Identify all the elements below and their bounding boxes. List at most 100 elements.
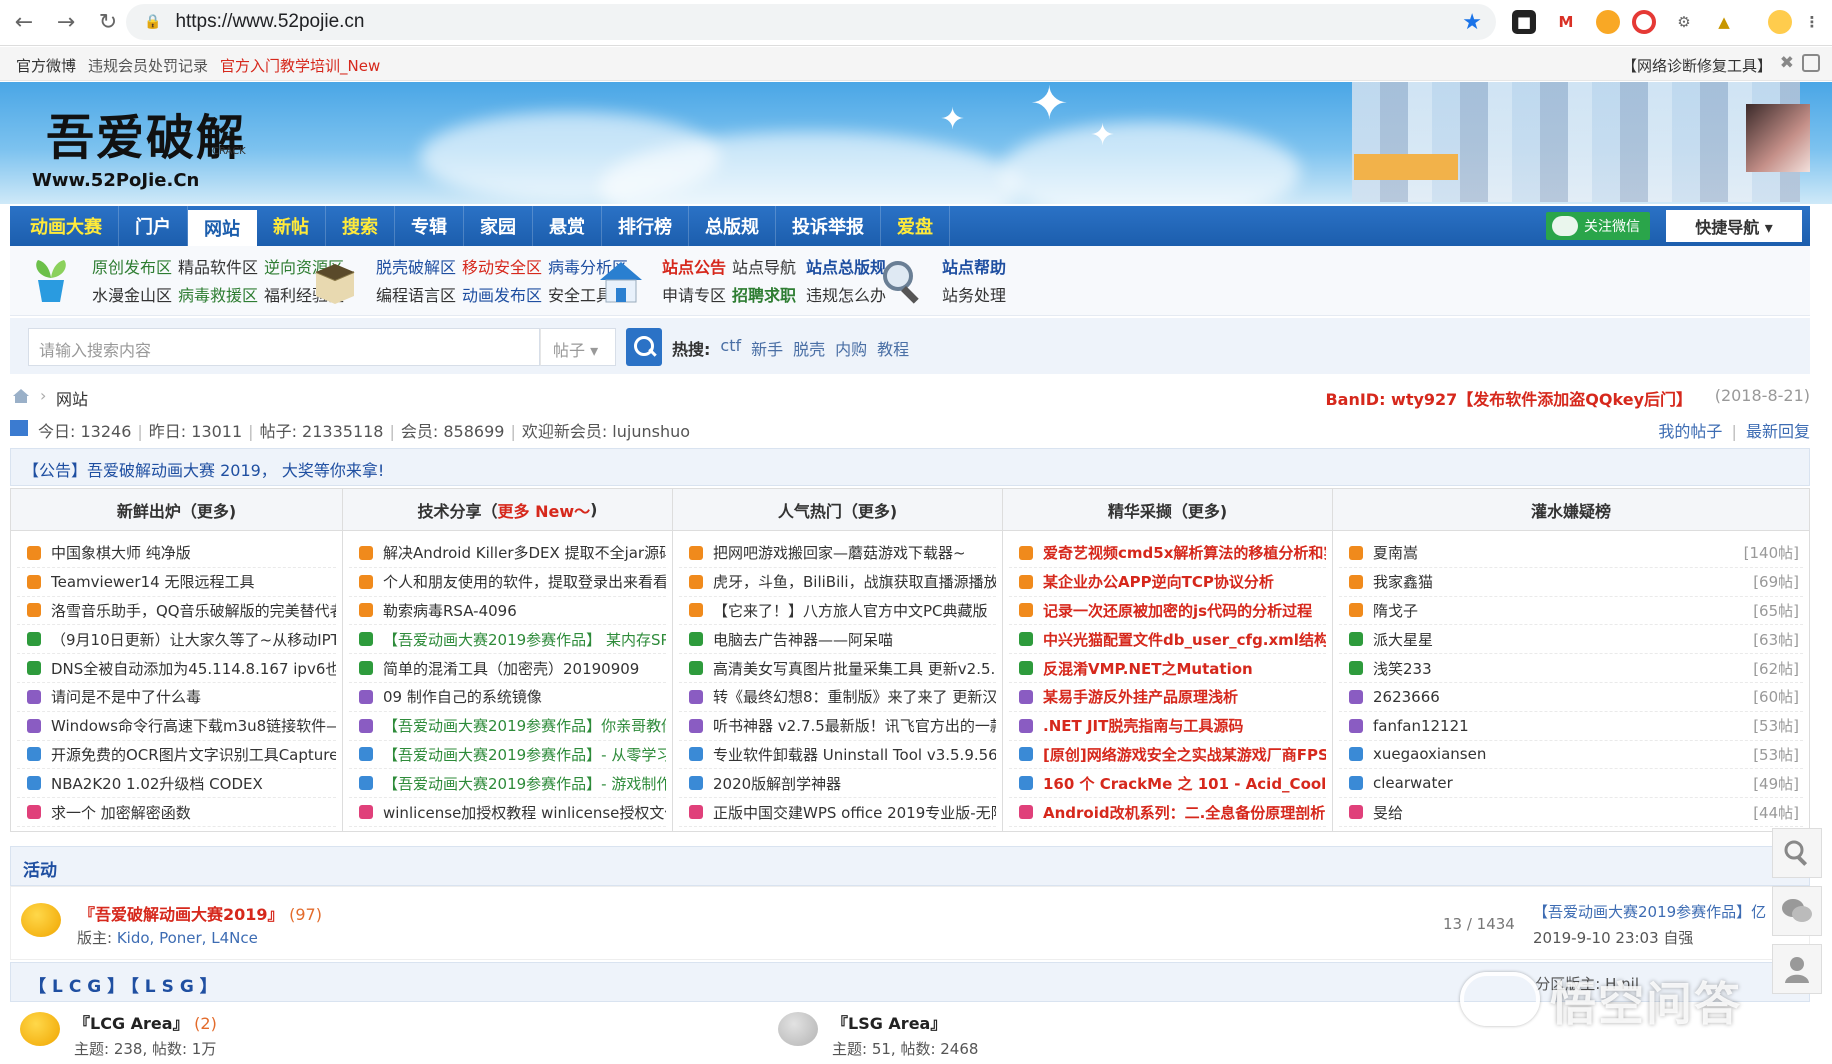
list-item[interactable]: 隋戈子 [65帖] [1339, 597, 1803, 626]
list-item[interactable]: clearwater [49帖] [1339, 769, 1803, 799]
list-item[interactable]: 勒索病毒RSA-4096 [349, 597, 666, 626]
list-item[interactable]: Windows命令行高速下载m3u8链接软件—N_m [17, 712, 336, 741]
nav-item[interactable]: 家园 [464, 206, 533, 246]
list-item[interactable]: xuegaoxiansen [53帖] [1339, 741, 1803, 770]
activity-section-header[interactable]: 活动 [10, 846, 1810, 886]
nav-item[interactable]: 动画大赛 [14, 206, 119, 246]
collapse-icon[interactable]: ✖ [1780, 53, 1794, 73]
list-item[interactable]: 【它来了！】八方旅人官方中文PC典藏版 [679, 597, 996, 626]
subnav-link[interactable]: 站点总版规 [806, 258, 886, 277]
subnav-link[interactable]: 水漫金山区 [92, 286, 172, 305]
nav-item[interactable]: 悬赏 [533, 206, 602, 246]
last-post-link[interactable]: 【吾爱动画大赛2019参赛作品】亿 [1533, 901, 1766, 922]
list-item[interactable]: 派大星星 [63帖] [1339, 625, 1803, 655]
list-item[interactable]: 解决Android Killer多DEX 提取不全jar源码问题 [349, 539, 666, 568]
welcome-new-member[interactable]: 欢迎新会员: lujunshuo [522, 422, 690, 441]
hot-search-link[interactable]: 教程 [877, 336, 909, 360]
list-item[interactable]: （9月10日更新）让大家久等了~从移动IPTV盒 [17, 625, 336, 655]
nav-item[interactable]: 新帖 [257, 206, 326, 246]
list-item[interactable]: 简单的混淆工具（加密壳）20190909 [349, 654, 666, 683]
search-button[interactable] [626, 328, 662, 366]
column-header[interactable]: 灌水嫌疑榜 [1333, 489, 1809, 531]
list-item[interactable]: 把网吧游戏搬回家—蘑菇游戏下载器~ [679, 539, 996, 568]
list-item[interactable]: 高清美女写真图片批量采集工具 更新v2.5.3 [679, 654, 996, 683]
wechat-follow-button[interactable]: 关注微信 [1546, 212, 1650, 240]
column-header[interactable]: 人气热门（更多) [673, 489, 1002, 531]
list-item[interactable]: 【吾爱动画大赛2019参赛作品】 某内存SPD读 [349, 625, 666, 655]
forward-icon[interactable]: → [48, 5, 84, 41]
nav-item[interactable]: 搜索 [326, 206, 395, 246]
weibo-link[interactable]: 官方微博 [16, 55, 76, 76]
breadcrumb-current[interactable]: 网站 [56, 386, 88, 410]
reload-icon[interactable]: ↻ [90, 5, 126, 41]
list-item[interactable]: 09 制作自己的系统镜像 [349, 683, 666, 712]
list-item[interactable]: fanfan12121 [53帖] [1339, 712, 1803, 741]
subnav-link[interactable]: 招聘求职 [732, 286, 796, 305]
list-item[interactable]: 请问是不是中了什么毒 [17, 683, 336, 712]
list-item[interactable]: 旻给 [44帖] [1339, 798, 1803, 827]
my-posts-link[interactable]: 我的帖子 [1658, 422, 1722, 441]
site-logo[interactable]: 吾爱破解 CRACK Www.52PoJie.Cn [22, 96, 282, 196]
list-item[interactable]: NBA2K20 1.02升级档 CODEX [17, 769, 336, 799]
list-item[interactable]: Android改机系列：二.全息备份原理剖析 [1009, 798, 1326, 827]
hot-search-link[interactable]: 内购 [835, 336, 867, 360]
list-item[interactable]: 【吾爱动画大赛2019参赛作品】你亲哥教你从0 [349, 712, 666, 741]
hot-search-link[interactable]: 脱壳 [793, 336, 825, 360]
search-input[interactable]: 请输入搜索内容 [28, 328, 540, 366]
list-item[interactable]: 正版中国交建WPS office 2019专业版-无限制 [679, 798, 996, 827]
hot-search-link[interactable]: ctf [720, 336, 741, 360]
subnav-link[interactable]: 申请专区 [662, 286, 726, 305]
quick-nav-button[interactable]: 快捷导航 ▾ [1666, 210, 1802, 242]
list-item[interactable]: 2020版解剖学神器 [679, 769, 996, 799]
list-item[interactable]: 【吾爱动画大赛2019参赛作品】- 从零学习Ring [349, 741, 666, 770]
hot-search-link[interactable]: 新手 [751, 336, 783, 360]
list-item[interactable]: 电脑去广告神器——阿呆喵 [679, 625, 996, 655]
list-item[interactable]: 中兴光猫配置文件db_user_cfg.xml结构分析及 [1009, 625, 1326, 655]
column-header[interactable]: 新鲜出炉（更多) [11, 489, 342, 531]
extension-icon[interactable] [1596, 10, 1620, 34]
list-item[interactable]: 反混淆VMP.NET之Mutation [1009, 654, 1326, 683]
subnav-link[interactable]: 站点帮助 [942, 258, 1006, 277]
list-item[interactable]: 求一个 加密解密函数 [17, 798, 336, 827]
list-item[interactable]: Teamviewer14 无限远程工具 [17, 568, 336, 597]
nav-item[interactable]: 排行榜 [602, 206, 689, 246]
list-item[interactable]: 某企业办公APP逆向TCP协议分析 [1009, 568, 1326, 597]
list-item[interactable]: 个人和朋友使用的软件，提取登录出来看看破 [349, 568, 666, 597]
list-item[interactable]: 爱奇艺视频cmd5x解析算法的移植分析和实现N [1009, 539, 1326, 568]
search-scope-select[interactable]: 帖子 ▾ [540, 328, 616, 366]
list-item[interactable]: 洛雪音乐助手，QQ音乐破解版的完美替代者 [17, 597, 336, 626]
extension-icon[interactable]: ■ [1512, 10, 1536, 34]
back-icon[interactable]: ← [6, 5, 42, 41]
subnav-link[interactable]: 动画发布区 [462, 286, 542, 305]
column-header[interactable]: 精华采撷（更多) [1003, 489, 1332, 531]
bookmark-star-icon[interactable]: ★ [1462, 10, 1482, 35]
avatar[interactable] [1746, 104, 1810, 172]
subnav-link[interactable]: 原创发布区 [92, 258, 172, 277]
list-item[interactable]: 160 个 CrackMe 之 101 - Acid_Cool_178.4（V [1009, 769, 1326, 799]
subnav-link[interactable]: 移动安全区 [462, 258, 542, 277]
nav-item[interactable]: 总版规 [689, 206, 776, 246]
float-wechat-button[interactable] [1772, 886, 1822, 936]
list-item[interactable]: winlicense加授权教程 winlicense授权文件加密 [349, 798, 666, 827]
latest-replies-link[interactable]: 最新回复 [1746, 422, 1810, 441]
list-item[interactable]: 2623666 [60帖] [1339, 683, 1803, 712]
extension-icon[interactable]: ⚙ [1672, 10, 1696, 34]
penalty-record-link[interactable]: 违规会员处罚记录 [88, 55, 208, 76]
subnav-link[interactable]: 脱壳破解区 [376, 258, 456, 277]
list-item[interactable]: [原创]网络游戏安全之实战某游戏厂商FPS游戏 [1009, 741, 1326, 770]
gmail-icon[interactable]: M [1554, 10, 1578, 34]
list-item[interactable]: .NET JIT脱壳指南与工具源码 [1009, 712, 1326, 741]
subnav-link[interactable]: 站点公告 [662, 258, 726, 277]
training-link[interactable]: 官方入门教学培训_New [220, 55, 380, 76]
list-item[interactable]: DNS全被自动添加为45.114.8.167 ipv6也会被关 [17, 654, 336, 683]
list-item[interactable]: 听书神器 v2.7.5最新版！讯飞官方出的一款新作 [679, 712, 996, 741]
list-item[interactable]: 我家鑫猫 [69帖] [1339, 568, 1803, 597]
subnav-link[interactable]: 站点导航 [732, 258, 796, 277]
list-item[interactable]: 开源免费的OCR图片文字识别工具Capture2Text [17, 741, 336, 770]
forum-title-link[interactable]: 『吾爱破解动画大赛2019』 (97) [79, 901, 322, 925]
list-item[interactable]: 记录一次还原被加密的js代码的分析过程 [1009, 597, 1326, 626]
list-item[interactable]: 【吾爱动画大赛2019参赛作品】- 游戏制作 [349, 769, 666, 799]
extension-icon[interactable]: ▲ [1712, 10, 1736, 34]
nav-item[interactable]: 门户 [119, 206, 188, 246]
ban-notice-link[interactable]: BanID: wty927【发布软件添加盗QQkey后门】 [1325, 386, 1692, 410]
